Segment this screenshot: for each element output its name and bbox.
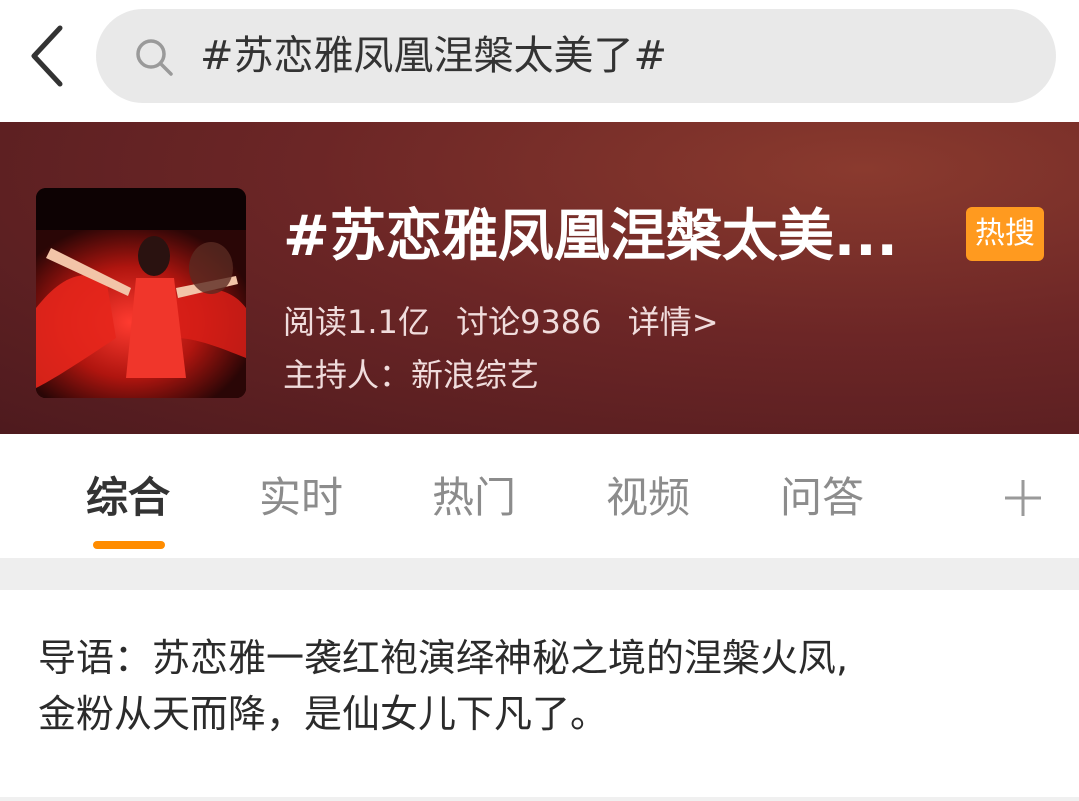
hot-search-badge: 热搜 [966, 207, 1044, 261]
topic-intro: 导语：苏恋雅一袭红袍演绎神秘之境的涅槃火凤, 金粉从天而降，是仙女儿下凡了。 [38, 630, 1048, 742]
topic-stats: 阅读1.1亿 讨论9386 详情> [283, 299, 735, 345]
topic-host: 主持人：新浪综艺 [283, 356, 540, 394]
back-chevron-icon[interactable] [22, 22, 74, 90]
tab-bar: 综合 实时 热门 视频 问答 [0, 434, 1079, 558]
topic-title: #苏恋雅凤凰涅槃太美... [283, 204, 898, 269]
bottom-divider [0, 797, 1079, 801]
plus-icon[interactable] [1003, 478, 1043, 518]
intro-line: 金粉从天而降，是仙女儿下凡了。 [38, 692, 609, 736]
performer-photo [36, 188, 246, 398]
active-tab-indicator [93, 541, 165, 549]
search-query-text: #苏恋雅凤凰涅槃太美了# [200, 33, 668, 79]
discussion-count: 讨论9386 [456, 303, 602, 341]
read-count: 阅读1.1亿 [283, 303, 430, 341]
top-bar: #苏恋雅凤凰涅槃太美了# [0, 0, 1079, 122]
details-link[interactable]: 详情> [628, 303, 719, 341]
tab-qa[interactable]: 问答 [780, 470, 864, 526]
search-input[interactable]: #苏恋雅凤凰涅槃太美了# [96, 9, 1056, 103]
tab-realtime[interactable]: 实时 [259, 470, 343, 526]
intro-line: 导语：苏恋雅一袭红袍演绎神秘之境的涅槃火凤, [38, 636, 849, 680]
tab-comprehensive[interactable]: 综合 [86, 470, 170, 526]
tab-hot[interactable]: 热门 [432, 470, 516, 526]
topic-header: #苏恋雅凤凰涅槃太美... 热搜 阅读1.1亿 讨论9386 详情> 主持人：新… [0, 122, 1079, 434]
section-divider [0, 558, 1079, 590]
topic-cover-image[interactable] [36, 188, 246, 398]
search-icon [136, 39, 173, 76]
tab-video[interactable]: 视频 [606, 470, 690, 526]
